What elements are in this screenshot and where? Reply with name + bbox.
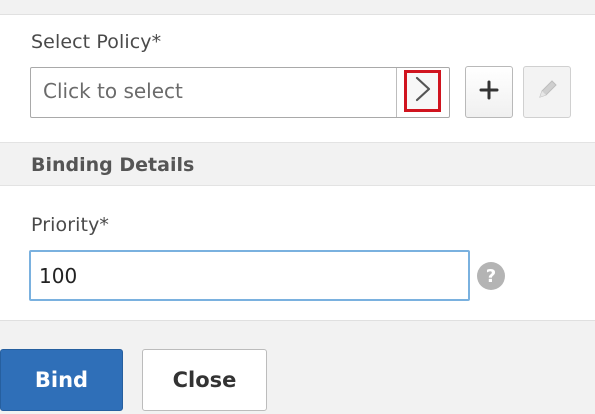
plus-icon [479, 80, 499, 104]
policy-select-placeholder[interactable]: Click to select [43, 79, 183, 103]
policy-field-divider [396, 68, 397, 117]
pencil-icon [535, 78, 559, 106]
open-policy-list-button[interactable] [404, 70, 441, 112]
edit-policy-button[interactable] [523, 66, 571, 118]
binding-details-title: Binding Details [31, 154, 195, 176]
add-policy-button[interactable] [465, 66, 513, 118]
chevron-right-icon [414, 75, 432, 107]
policy-binding-dialog: Select Policy* Click to select Binding D… [0, 0, 595, 414]
close-button[interactable]: Close [142, 349, 267, 411]
bind-button[interactable]: Bind [0, 349, 123, 411]
question-mark-icon[interactable]: ? [477, 262, 505, 290]
priority-label: Priority* [31, 214, 110, 236]
select-policy-label: Select Policy* [31, 31, 162, 53]
policy-select-field[interactable]: Click to select [30, 67, 450, 118]
binding-details-section-header: Binding Details [0, 142, 595, 186]
priority-input[interactable] [29, 250, 470, 301]
top-header-strip [0, 0, 595, 15]
